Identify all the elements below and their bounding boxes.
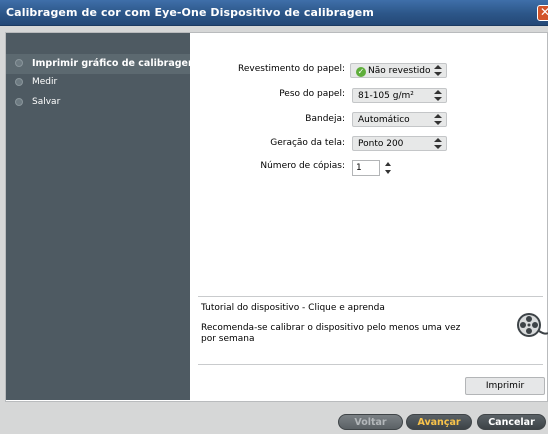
screening-label: Geração da tela: — [270, 138, 345, 148]
print-button[interactable]: Imprimir — [465, 377, 545, 395]
coating-select[interactable]: ✓ Não revestido — [350, 63, 447, 78]
tray-value: Automático — [358, 115, 410, 125]
stepper-arrows-icon[interactable] — [384, 160, 392, 176]
close-icon[interactable]: ✕ — [537, 5, 548, 21]
screening-value: Ponto 200 — [358, 139, 404, 149]
sidebar-item-label: Medir — [32, 77, 58, 87]
select-arrows-icon — [434, 65, 442, 76]
title-bar: Calibragem de cor com Eye-One Dispositiv… — [0, 0, 548, 26]
tutorial-link[interactable]: Tutorial do dispositivo - Clique e apren… — [201, 303, 385, 313]
weight-value: 81-105 g/m² — [358, 91, 414, 101]
coating-value: Não revestido — [368, 66, 431, 76]
coating-label: Revestimento do papel: — [238, 64, 345, 74]
step-dot-icon — [15, 78, 23, 86]
film-reel-icon[interactable] — [515, 311, 548, 341]
copies-label: Número de cópias: — [260, 161, 345, 171]
sidebar-item-measure[interactable]: Medir — [6, 73, 190, 93]
sidebar-item-print-chart[interactable]: Imprimir gráfico de calibragem — [6, 54, 198, 74]
steps-sidebar: Imprimir gráfico de calibragem Medir Sal… — [6, 33, 198, 400]
cancel-button[interactable]: Cancelar — [477, 414, 546, 430]
divider — [198, 364, 543, 365]
screening-select[interactable]: Ponto 200 — [352, 136, 447, 151]
sidebar-item-label: Imprimir gráfico de calibragem — [32, 58, 198, 69]
select-arrows-icon — [434, 138, 442, 149]
weight-label: Peso do papel: — [279, 89, 345, 99]
copies-input[interactable]: 1 — [352, 160, 380, 176]
window-title: Calibragem de cor com Eye-One Dispositiv… — [6, 6, 374, 19]
step-dot-icon — [15, 59, 23, 67]
weight-select[interactable]: 81-105 g/m² — [352, 88, 447, 103]
step-dot-icon — [15, 98, 23, 106]
back-button[interactable]: Voltar — [338, 414, 403, 430]
tray-select[interactable]: Automático — [352, 112, 447, 127]
select-arrows-icon — [434, 114, 442, 125]
tray-label: Bandeja: — [305, 114, 345, 124]
recommendation-text: Recomenda-se calibrar o dispositivo pelo… — [201, 323, 461, 344]
sidebar-item-label: Salvar — [32, 97, 61, 107]
next-button[interactable]: Avançar — [406, 414, 472, 430]
select-arrows-icon — [434, 90, 442, 101]
check-icon: ✓ — [356, 67, 366, 77]
divider — [198, 296, 543, 297]
sidebar-item-save[interactable]: Salvar — [6, 93, 190, 113]
